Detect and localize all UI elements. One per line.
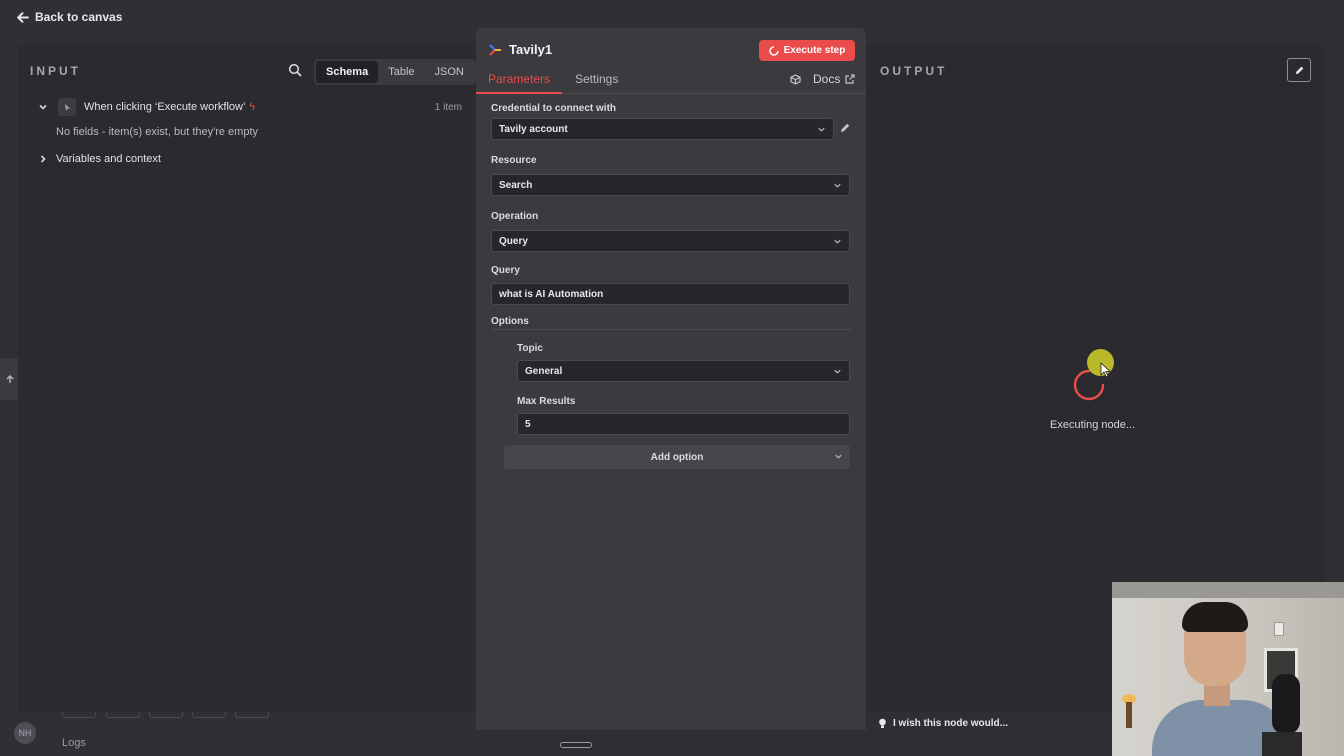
mouse-pointer-icon [1100,362,1111,378]
max-results-label: Max Results [517,396,576,407]
trigger-node-icon [58,98,76,116]
options-divider [491,329,851,330]
empty-fields-note: No fields - item(s) exist, but they're e… [56,126,258,138]
resource-value: Search [499,179,533,191]
node-feedback-label: I wish this node would... [893,717,1008,729]
webcam-lamp [1126,702,1132,728]
webcam-overlay [1112,582,1344,756]
webcam-mic-stand [1262,732,1302,756]
operation-select[interactable]: Query [491,230,850,252]
avatar[interactable]: NH [14,722,36,744]
canvas-tool-button[interactable] [149,712,183,718]
lightbulb-icon [879,718,886,728]
node-tabs: Parameters Settings [476,70,866,94]
view-option-table[interactable]: Table [378,61,424,83]
docs-link[interactable]: Docs [813,72,855,86]
search-icon[interactable] [288,63,302,77]
cube-icon[interactable] [790,74,801,85]
max-results-input[interactable]: 5 [517,413,850,435]
canvas-tool-button[interactable] [235,712,269,718]
max-results-value: 5 [525,418,531,430]
credential-select[interactable]: Tavily account [491,118,834,140]
back-to-canvas-link[interactable]: Back to canvas [16,10,122,24]
node-title[interactable]: Tavily1 [509,42,552,57]
add-option-label: Add option [650,451,704,463]
query-input[interactable]: what is AI Automation [491,283,850,305]
resource-label: Resource [491,155,537,166]
trigger-node-row[interactable]: When clicking ‘Execute workflow’ ϟ 1 ite… [38,98,462,116]
chevron-right-icon[interactable] [38,154,48,164]
webcam-microphone [1272,674,1300,734]
trigger-node-name: When clicking ‘Execute workflow’ [84,101,246,113]
chevron-down-icon [834,369,841,374]
input-panel-title: INPUT [30,64,81,78]
executing-status: Executing node... [1050,419,1136,431]
arrow-up-icon [6,375,14,383]
panel-resize-handle[interactable] [560,742,592,748]
cursor-icon [64,103,70,111]
topic-select[interactable]: General [517,360,850,382]
credential-label: Credential to connect with [491,103,617,114]
options-label: Options [491,316,529,327]
input-panel: INPUT Schema Table JSON When clicking ‘E… [18,46,476,712]
webcam-presenter-hair [1182,602,1248,632]
credential-value: Tavily account [499,123,568,135]
docs-label: Docs [813,72,841,86]
webcam-wall-outlet [1274,622,1284,636]
chevron-down-icon [834,239,841,244]
view-option-json[interactable]: JSON [425,61,474,83]
add-option-button[interactable]: Add option [504,445,850,469]
tavily-logo-icon [489,43,501,56]
webcam-ceiling [1112,582,1344,598]
operation-value: Query [499,235,528,247]
node-header: Tavily1 [488,42,552,57]
chevron-down-icon [835,454,842,459]
view-option-schema[interactable]: Schema [316,61,379,83]
output-panel-title: OUTPUT [880,64,948,78]
tab-parameters[interactable]: Parameters [476,72,563,94]
node-feedback-link[interactable]: I wish this node would... [866,712,1116,734]
external-link-icon [845,74,855,84]
spinner-icon [768,45,779,56]
variables-context-row[interactable]: Variables and context [38,153,161,165]
canvas-tool-button[interactable] [106,712,140,718]
view-switcher: Schema Table JSON [314,59,476,85]
topic-label: Topic [517,343,543,354]
resource-select[interactable]: Search [491,174,850,196]
variables-context-label: Variables and context [56,153,161,165]
execute-step-button[interactable]: Execute step [759,40,855,61]
collapsed-panel-tab[interactable] [0,358,20,400]
canvas-tool-button[interactable] [192,712,226,718]
canvas-tool-button[interactable] [62,712,96,718]
item-count: 1 item [434,101,462,113]
chevron-down-icon [818,127,825,132]
bottom-bar: NH Logs [0,712,476,756]
chevron-down-icon [834,183,841,188]
arrow-left-icon [17,11,29,23]
chevron-down-icon[interactable] [38,102,48,112]
execute-step-label: Execute step [783,45,846,56]
pencil-icon [1295,66,1303,74]
query-value: what is AI Automation [499,288,604,300]
back-to-canvas-label: Back to canvas [35,10,123,24]
topic-value: General [525,365,563,377]
edit-output-button[interactable] [1287,58,1311,82]
node-parameters-panel: Tavily1 Execute step Parameters Settings… [476,28,866,730]
tab-settings[interactable]: Settings [575,72,618,92]
query-label: Query [491,265,520,276]
lightning-icon: ϟ [249,101,256,113]
logs-label[interactable]: Logs [62,737,86,749]
operation-label: Operation [491,211,539,222]
pencil-icon[interactable] [839,122,851,134]
